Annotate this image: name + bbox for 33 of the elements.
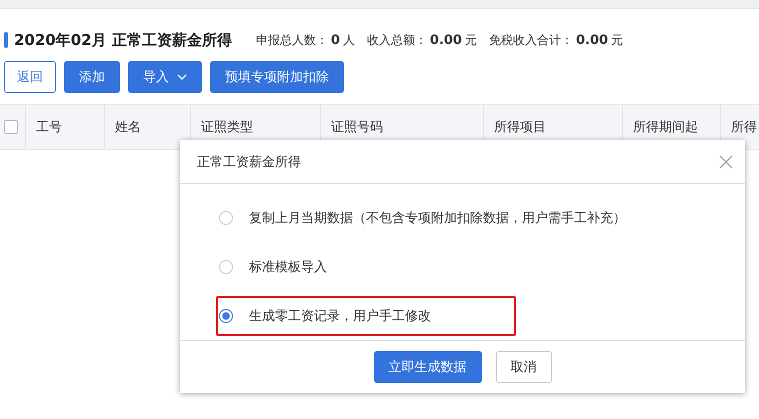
cancel-button[interactable]: 取消	[496, 351, 552, 383]
select-all-checkbox[interactable]	[4, 120, 18, 134]
option-label[interactable]: 生成零工资记录，用户手工修改	[249, 307, 431, 325]
toolbar-button[interactable]: 添加	[64, 61, 120, 93]
import-dropdown-button[interactable]: 导入	[128, 61, 202, 93]
stat-unit: 元	[464, 32, 477, 48]
column-header: 所得	[731, 119, 757, 136]
radio-button[interactable]	[219, 211, 233, 225]
back-button[interactable]: 返回	[4, 61, 56, 93]
generate-button[interactable]: 立即生成数据	[374, 351, 482, 383]
column-header: 证照号码	[331, 119, 383, 136]
column-header: 所得期间起	[633, 119, 698, 136]
stat-value: 0.00	[576, 32, 608, 48]
column-header: 所得项目	[494, 119, 546, 136]
stat-label: 申报总人数：	[256, 32, 328, 48]
option-label[interactable]: 复制上月当期数据（不包含专项附加扣除数据，用户需手工补充）	[249, 209, 626, 227]
stat-label: 免税收入合计：	[488, 32, 573, 48]
stat-label: 收入总额：	[366, 32, 427, 48]
page-title: 2020年02月 正常工资薪金所得	[14, 30, 232, 50]
stat-unit: 人	[342, 32, 355, 48]
radio-button[interactable]	[219, 309, 233, 323]
dialog-title: 正常工资薪金所得	[197, 154, 301, 170]
stat-unit: 元	[611, 32, 624, 48]
column-header: 姓名	[115, 119, 141, 136]
close-icon[interactable]	[719, 154, 733, 168]
toolbar-button[interactable]: 预填专项附加扣除	[210, 61, 344, 93]
caret-icon	[177, 74, 187, 80]
column-header: 工号	[36, 119, 62, 136]
column-header: 证照类型	[201, 119, 253, 136]
stat-value: 0	[330, 32, 340, 48]
radio-button[interactable]	[219, 260, 233, 274]
option-label[interactable]: 标准模板导入	[249, 258, 327, 276]
stat-value: 0.00	[430, 32, 462, 48]
